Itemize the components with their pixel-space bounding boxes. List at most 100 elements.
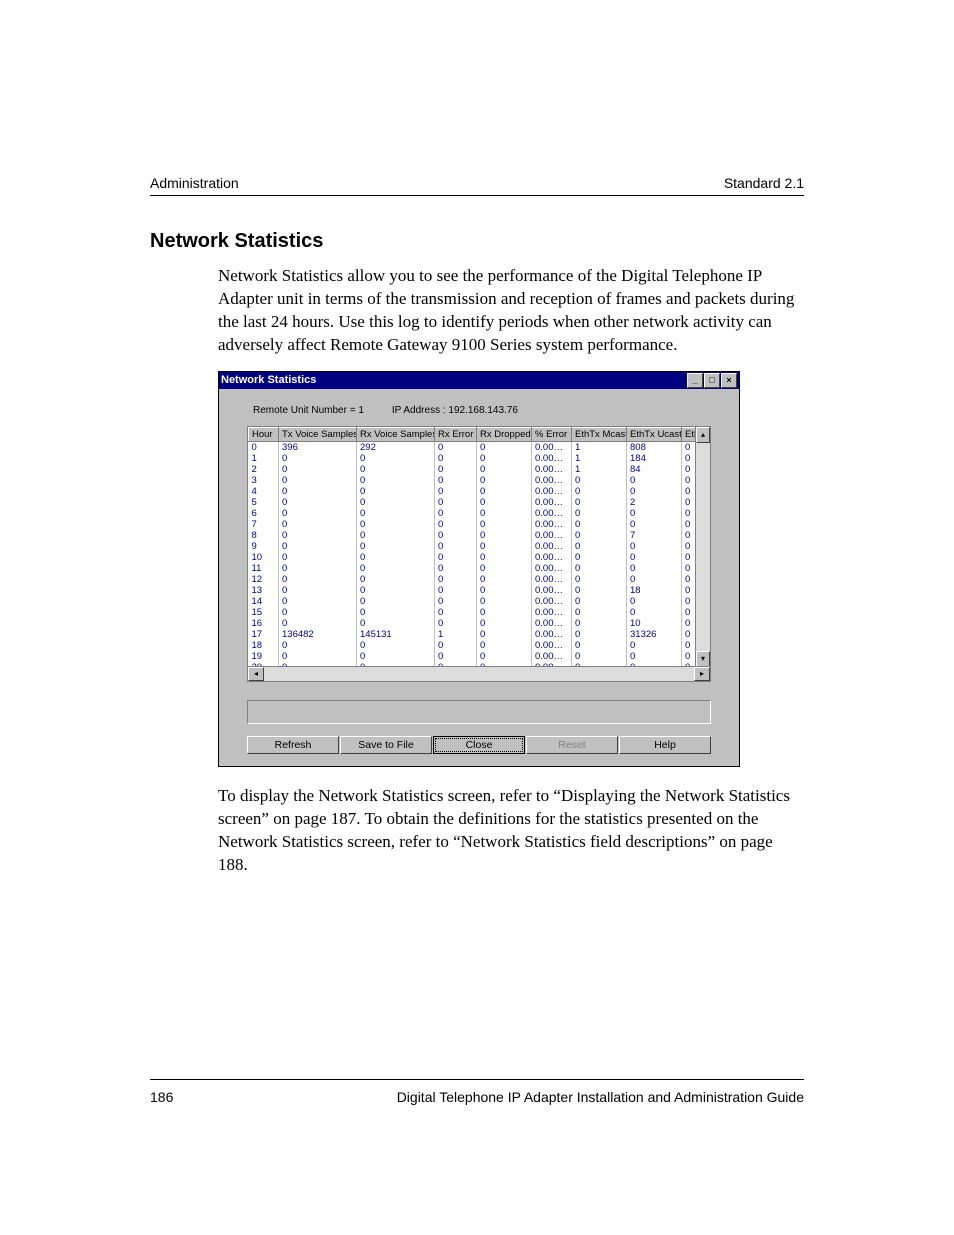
cell: 0.00… bbox=[532, 486, 572, 497]
cell: 0 bbox=[435, 519, 477, 530]
intro-paragraph: Network Statistics allow you to see the … bbox=[218, 265, 804, 357]
cell: 0 bbox=[357, 651, 435, 662]
col-tx-voice[interactable]: Tx Voice Samples bbox=[279, 427, 357, 441]
cell: 0 bbox=[279, 497, 357, 508]
cell: 0 bbox=[279, 508, 357, 519]
col-hour[interactable]: Hour bbox=[249, 427, 279, 441]
page-number: 186 bbox=[150, 1089, 173, 1105]
col-ethtx-mcast[interactable]: EthTx Mcast bbox=[572, 427, 627, 441]
section-title: Network Statistics bbox=[150, 230, 804, 253]
table-row[interactable]: 1800000.00…000 bbox=[249, 640, 712, 651]
table-row[interactable]: 700000.00…000 bbox=[249, 519, 712, 530]
cell: 0 bbox=[572, 574, 627, 585]
cell: 0.00… bbox=[532, 530, 572, 541]
table-row[interactable]: 900000.00…000 bbox=[249, 541, 712, 552]
col-ethtx-ucast[interactable]: EthTx Ucast bbox=[627, 427, 682, 441]
table-row[interactable]: 1900000.00…000 bbox=[249, 651, 712, 662]
cell: 1 bbox=[572, 441, 627, 453]
cell: 0 bbox=[357, 607, 435, 618]
cell: 0 bbox=[477, 607, 532, 618]
table-row[interactable]: 1200000.00…000 bbox=[249, 574, 712, 585]
table-row[interactable]: 17136482145131100.00…0313260 bbox=[249, 629, 712, 640]
table-row[interactable]: 800000.00…070 bbox=[249, 530, 712, 541]
scroll-right-icon[interactable]: ▸ bbox=[694, 667, 710, 681]
ip-address-label: IP Address : 192.168.143.76 bbox=[392, 405, 518, 416]
cell: 18 bbox=[249, 640, 279, 651]
scroll-down-icon[interactable]: ▾ bbox=[696, 651, 710, 667]
cell: 0.00… bbox=[532, 596, 572, 607]
cell: 0 bbox=[357, 464, 435, 475]
vertical-scrollbar[interactable]: ▴ ▾ bbox=[695, 427, 710, 667]
cell: 0.00… bbox=[532, 552, 572, 563]
table-row[interactable]: 200000.00…1840 bbox=[249, 464, 712, 475]
table-row[interactable]: 300000.00…000 bbox=[249, 475, 712, 486]
cell: 0.00… bbox=[532, 441, 572, 453]
window-title: Network Statistics bbox=[221, 374, 316, 386]
cell: 0 bbox=[435, 464, 477, 475]
cell: 0 bbox=[477, 651, 532, 662]
cell: 0 bbox=[477, 530, 532, 541]
cell: 0 bbox=[477, 475, 532, 486]
info-line: Remote Unit Number = 1 IP Address : 192.… bbox=[253, 405, 723, 416]
cell: 0 bbox=[572, 552, 627, 563]
reset-button[interactable]: Reset bbox=[526, 736, 618, 754]
cell: 0.00… bbox=[532, 629, 572, 640]
cell: 1 bbox=[435, 629, 477, 640]
scroll-up-icon[interactable]: ▴ bbox=[696, 427, 710, 443]
table-row[interactable]: 500000.00…020 bbox=[249, 497, 712, 508]
cell: 0 bbox=[572, 563, 627, 574]
table-row[interactable]: 1600000.00…0100 bbox=[249, 618, 712, 629]
cell: 17 bbox=[249, 629, 279, 640]
cell: 0 bbox=[572, 475, 627, 486]
cell: 16 bbox=[249, 618, 279, 629]
table-row[interactable]: 0396292000.00…18080 bbox=[249, 441, 712, 453]
help-button[interactable]: Help bbox=[619, 736, 711, 754]
cell: 2 bbox=[627, 497, 682, 508]
col-rx-dropped[interactable]: Rx Dropped bbox=[477, 427, 532, 441]
table-header-row: Hour Tx Voice Samples Rx Voice Samples R… bbox=[249, 427, 712, 441]
cell: 0 bbox=[627, 596, 682, 607]
horizontal-scrollbar[interactable]: ◂ ▸ bbox=[248, 666, 710, 681]
table-row[interactable]: 1100000.00…000 bbox=[249, 563, 712, 574]
col-rx-voice[interactable]: Rx Voice Samples bbox=[357, 427, 435, 441]
maximize-icon[interactable]: □ bbox=[704, 373, 720, 388]
cell: 3 bbox=[249, 475, 279, 486]
stats-table-container: Hour Tx Voice Samples Rx Voice Samples R… bbox=[247, 426, 711, 682]
table-row[interactable]: 1300000.00…0180 bbox=[249, 585, 712, 596]
table-row[interactable]: 1400000.00…000 bbox=[249, 596, 712, 607]
cell: 0 bbox=[357, 563, 435, 574]
scroll-left-icon[interactable]: ◂ bbox=[248, 667, 264, 681]
col-pct-error[interactable]: % Error bbox=[532, 427, 572, 441]
minimize-icon[interactable]: _ bbox=[687, 373, 703, 388]
cell: 0.00… bbox=[532, 640, 572, 651]
cell: 0 bbox=[477, 508, 532, 519]
table-row[interactable]: 1500000.00…000 bbox=[249, 607, 712, 618]
cell: 0 bbox=[279, 453, 357, 464]
cell: 1 bbox=[572, 453, 627, 464]
cell: 0 bbox=[627, 574, 682, 585]
table-row[interactable]: 600000.00…000 bbox=[249, 508, 712, 519]
cell: 0 bbox=[435, 607, 477, 618]
col-rx-error[interactable]: Rx Error bbox=[435, 427, 477, 441]
cell: 0 bbox=[279, 574, 357, 585]
cell: 0.00… bbox=[532, 585, 572, 596]
save-to-file-button[interactable]: Save to File bbox=[340, 736, 432, 754]
cell: 0.00… bbox=[532, 508, 572, 519]
running-head: Administration Standard 2.1 bbox=[150, 175, 804, 196]
cell: 0 bbox=[435, 585, 477, 596]
cell: 0 bbox=[435, 640, 477, 651]
table-row[interactable]: 100000.00…11840 bbox=[249, 453, 712, 464]
table-row[interactable]: 1000000.00…000 bbox=[249, 552, 712, 563]
running-head-left: Administration bbox=[150, 175, 239, 191]
cell: 0.00… bbox=[532, 651, 572, 662]
close-button[interactable]: Close bbox=[433, 736, 525, 754]
cell: 0 bbox=[279, 530, 357, 541]
cell: 0 bbox=[627, 607, 682, 618]
cell: 0 bbox=[357, 530, 435, 541]
cell: 0 bbox=[279, 475, 357, 486]
refresh-button[interactable]: Refresh bbox=[247, 736, 339, 754]
cell: 184 bbox=[627, 453, 682, 464]
cell: 8 bbox=[249, 530, 279, 541]
close-icon[interactable]: × bbox=[721, 373, 737, 388]
table-row[interactable]: 400000.00…000 bbox=[249, 486, 712, 497]
